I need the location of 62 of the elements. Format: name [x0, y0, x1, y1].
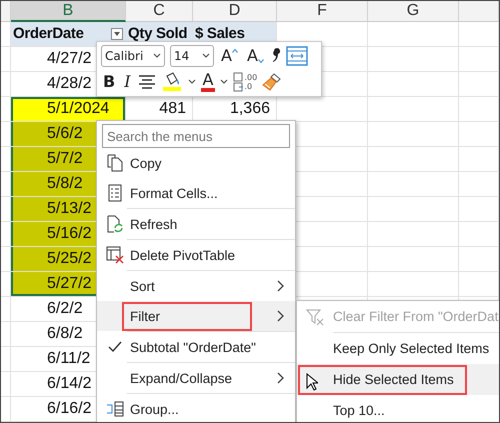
table-cell — [459, 222, 499, 247]
font-size-dropdown[interactable]: 14 — [170, 44, 214, 66]
shrink-font-button[interactable]: A — [244, 46, 266, 66]
clear-filter-icon — [306, 308, 324, 326]
column-header[interactable]: F — [277, 1, 368, 22]
column-header[interactable]: G — [368, 1, 459, 22]
table-cell — [459, 122, 499, 147]
format-painter-icon[interactable] — [262, 72, 282, 92]
caret-icon — [258, 58, 264, 62]
menu-item[interactable]: Top 10... — [297, 395, 499, 422]
caret-up-icon — [232, 48, 238, 52]
table-cell — [459, 22, 499, 47]
table-cell — [1, 297, 11, 322]
filter-dropdown-button[interactable] — [111, 28, 123, 40]
table-cell — [1, 397, 11, 422]
group-icon — [106, 401, 124, 417]
caret-icon[interactable] — [188, 78, 196, 84]
delete-table-icon — [106, 246, 124, 264]
table-cell — [459, 197, 499, 222]
column-header[interactable]: B — [11, 1, 126, 22]
table-cell — [1, 322, 11, 347]
caret-icon — [113, 30, 121, 38]
list-icon — [108, 184, 122, 202]
boxes-icon — [233, 72, 244, 92]
table-cell — [459, 247, 499, 272]
table-cell — [459, 97, 499, 122]
copy-icon — [107, 154, 123, 172]
search-field[interactable]: Search the menus — [102, 124, 290, 148]
table-cell — [459, 272, 499, 297]
comma-style-icon[interactable] — [270, 48, 281, 64]
menu-item[interactable]: Filter — [97, 301, 295, 331]
table-cell — [459, 72, 499, 97]
center-align-icon[interactable] — [138, 74, 156, 88]
chevron-right-icon — [277, 280, 285, 292]
table-cell — [459, 172, 499, 197]
fill-color-icon[interactable] — [160, 72, 183, 92]
caret-icon — [153, 52, 161, 58]
cursor-icon — [306, 373, 318, 391]
caret-icon[interactable] — [220, 78, 228, 84]
date-cell: 5/1/2024 — [11, 97, 126, 122]
table-cell — [1, 72, 11, 97]
chevron-right-icon — [277, 372, 285, 384]
refresh-icon — [106, 215, 124, 233]
column-header[interactable]: C — [126, 1, 193, 22]
table-cell — [459, 147, 499, 172]
decrease-decimal-button[interactable]: .00 .0 — [233, 72, 258, 92]
font-color-button[interactable]: A — [200, 72, 216, 92]
wrap-text-icon[interactable] — [286, 46, 308, 66]
grow-font-button[interactable]: A — [219, 46, 240, 66]
caret-icon — [202, 52, 210, 58]
table-cell — [1, 47, 11, 72]
bold-button[interactable]: B — [101, 72, 118, 92]
table-cell — [1, 372, 11, 397]
column-header[interactable]: D — [193, 1, 277, 22]
checkmark-icon — [108, 341, 122, 353]
row-field-label: OrderDate — [13, 24, 84, 44]
menu-item[interactable]: Keep Only Selected Items — [297, 333, 499, 364]
table-cell — [459, 47, 499, 72]
chevron-right-icon — [277, 310, 285, 322]
table-cell — [1, 347, 11, 372]
menu-item[interactable]: Hide Selected Items — [297, 364, 499, 395]
font-name-dropdown[interactable]: Calibri — [101, 44, 165, 66]
